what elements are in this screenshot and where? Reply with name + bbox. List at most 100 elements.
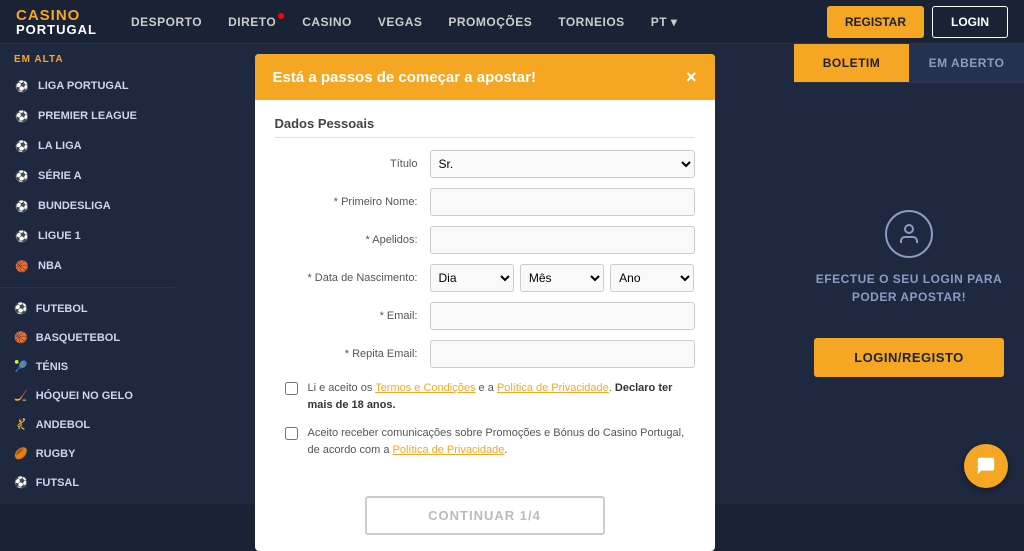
logo-portugal: PORTUGAL: [16, 23, 97, 36]
panel-body: EFECTUE O SEU LOGIN PARA PODER APOSTAR! …: [794, 83, 1024, 504]
league-icon: ⚽: [14, 198, 30, 214]
apelidos-input[interactable]: [430, 226, 695, 254]
continuar-button[interactable]: CONTINUAR 1/4: [365, 496, 605, 535]
futsal-icon: ⚽: [14, 476, 28, 489]
andebol-icon: 🤾: [14, 418, 28, 431]
league-icon: ⚽: [14, 78, 30, 94]
sidebar-item-label: LA LIGA: [38, 140, 82, 152]
sidebar-item-ligue1[interactable]: ⚽ LIGUE 1: [0, 221, 175, 251]
dia-select[interactable]: Dia: [430, 264, 514, 292]
main-nav: DESPORTO DIRETO CASINO VEGAS PROMOÇÕES T…: [121, 11, 827, 33]
privacy-link[interactable]: Política de Privacidade: [497, 382, 609, 394]
titulo-select[interactable]: Sr. Sra.: [430, 150, 695, 178]
logo[interactable]: CASINO PORTUGAL: [16, 8, 97, 36]
sidebar-sport-andebol[interactable]: 🤾 ANDEBOL: [0, 410, 175, 439]
logo-casino: CASINO: [16, 8, 97, 23]
promo-checkbox-row: Aceito receber comunicações sobre Promoç…: [275, 425, 695, 458]
titulo-label: Título: [275, 158, 430, 170]
chat-icon: [975, 455, 997, 477]
modal-body: Dados Pessoais Título Sr. Sra. * Primeir…: [255, 100, 715, 486]
dados-pessoais-label: Dados Pessoais: [275, 116, 695, 138]
apelidos-label: * Apelidos:: [275, 234, 430, 246]
sidebar-sport-hockey[interactable]: 🏒 HÓQUEI NO GELO: [0, 381, 175, 410]
mes-select[interactable]: Mês: [520, 264, 604, 292]
sidebar-item-label: NBA: [38, 260, 62, 272]
repita-email-label: * Repita Email:: [275, 348, 430, 360]
primeiro-nome-input[interactable]: [430, 188, 695, 216]
nav-direto[interactable]: DIRETO: [218, 11, 286, 33]
login-registo-button[interactable]: LOGIN/REGISTO: [814, 338, 1004, 377]
nav-desporto[interactable]: DESPORTO: [121, 11, 212, 33]
repita-email-input[interactable]: [430, 340, 695, 368]
chat-button[interactable]: [964, 444, 1008, 488]
nav-promocoes[interactable]: PROMOÇÕES: [438, 11, 542, 33]
modal-close-button[interactable]: ×: [686, 68, 697, 86]
sport-label: HÓQUEI NO GELO: [36, 390, 133, 402]
privacy-link2[interactable]: Política de Privacidade: [393, 444, 505, 456]
league-icon: ⚽: [14, 168, 30, 184]
data-nasc-label: * Data de Nascimento:: [275, 272, 430, 284]
header: CASINO PORTUGAL DESPORTO DIRETO CASINO V…: [0, 0, 1024, 44]
sidebar-sport-futsal[interactable]: ⚽ FUTSAL: [0, 468, 175, 497]
apelidos-row: * Apelidos:: [275, 226, 695, 254]
login-button[interactable]: LOGIN: [932, 6, 1008, 38]
email-row: * Email:: [275, 302, 695, 330]
sidebar-sport-tenis[interactable]: 🎾 TÉNIS: [0, 352, 175, 381]
sidebar-sport-futebol[interactable]: ⚽ FUTEBOL: [0, 294, 175, 323]
sidebar-item-label: BUNDESLIGA: [38, 200, 111, 212]
nav-language[interactable]: PT ▾: [641, 11, 688, 33]
header-buttons: REGISTAR LOGIN: [827, 6, 1008, 38]
nav-vegas[interactable]: VEGAS: [368, 11, 433, 33]
rugby-icon: 🏉: [14, 447, 28, 460]
right-panel: BOLETIM EM ABERTO EFECTUE O SEU LOGIN PA…: [794, 44, 1024, 504]
sport-label: ANDEBOL: [36, 419, 90, 431]
nav-casino[interactable]: CASINO: [292, 11, 362, 33]
sidebar-item-nba[interactable]: 🏀 NBA: [0, 251, 175, 281]
terms-checkbox[interactable]: [285, 382, 298, 395]
repita-email-row: * Repita Email:: [275, 340, 695, 368]
sidebar-item-serie-a[interactable]: ⚽ SÉRIE A: [0, 161, 175, 191]
tenis-icon: 🎾: [14, 360, 28, 373]
sidebar-item-liga-portugal[interactable]: ⚽ LIGA PORTUGAL: [0, 71, 175, 101]
tab-em-aberto[interactable]: EM ABERTO: [909, 44, 1024, 82]
league-icon: ⚽: [14, 228, 30, 244]
hockey-icon: 🏒: [14, 389, 28, 402]
sidebar-sport-rugby[interactable]: 🏉 RUGBY: [0, 439, 175, 468]
sidebar-item-la-liga[interactable]: ⚽ LA LIGA: [0, 131, 175, 161]
nba-icon: 🏀: [14, 258, 30, 274]
sidebar-em-alta-label: EM ALTA: [0, 44, 175, 71]
tab-boletim[interactable]: BOLETIM: [794, 44, 909, 82]
terms-link[interactable]: Termos e Condições: [375, 382, 475, 394]
league-icon: ⚽: [14, 108, 30, 124]
main-layout: EM ALTA ⚽ LIGA PORTUGAL ⚽ PREMIER LEAGUE…: [0, 44, 1024, 504]
sidebar-item-label: LIGA PORTUGAL: [38, 80, 129, 92]
panel-tabs: BOLETIM EM ABERTO: [794, 44, 1024, 83]
sidebar-sport-futebol-americano[interactable]: 🏈 FUTEBOL AMERICANO: [0, 497, 175, 504]
login-prompt-text: EFECTUE O SEU LOGIN PARA PODER APOSTAR!: [814, 270, 1004, 306]
sport-label: TÉNIS: [36, 361, 68, 373]
titulo-row: Título Sr. Sra.: [275, 150, 695, 178]
sidebar-item-label: PREMIER LEAGUE: [38, 110, 137, 122]
sidebar-sport-basquetebol[interactable]: 🏀 BASQUETEBOL: [0, 323, 175, 352]
sidebar-item-premier-league[interactable]: ⚽ PREMIER LEAGUE: [0, 101, 175, 131]
modal-header: Está a passos de começar a apostar! ×: [255, 54, 715, 100]
terms-text: Li e aceito os Termos e Condições e a Po…: [308, 380, 685, 413]
sidebar-item-bundesliga[interactable]: ⚽ BUNDESLIGA: [0, 191, 175, 221]
email-label: * Email:: [275, 310, 430, 322]
modal-footer: CONTINUAR 1/4: [255, 486, 715, 551]
promo-checkbox[interactable]: [285, 427, 298, 440]
ano-select[interactable]: Ano: [610, 264, 694, 292]
sidebar-item-label: LIGUE 1: [38, 230, 81, 242]
sidebar: EM ALTA ⚽ LIGA PORTUGAL ⚽ PREMIER LEAGUE…: [0, 44, 175, 504]
email-input[interactable]: [430, 302, 695, 330]
primeiro-nome-label: * Primeiro Nome:: [275, 196, 430, 208]
user-icon: [897, 222, 921, 246]
promo-text: Aceito receber comunicações sobre Promoç…: [308, 425, 685, 458]
registar-button[interactable]: REGISTAR: [827, 6, 924, 38]
date-group: Dia Mês Ano: [430, 264, 695, 292]
registration-modal: Está a passos de começar a apostar! × Da…: [255, 54, 715, 551]
content-area: Está a passos de começar a apostar! × Da…: [175, 44, 794, 504]
terms-checkbox-row: Li e aceito os Termos e Condições e a Po…: [275, 380, 695, 413]
login-icon: [885, 210, 933, 258]
nav-torneios[interactable]: TORNEIOS: [548, 11, 634, 33]
